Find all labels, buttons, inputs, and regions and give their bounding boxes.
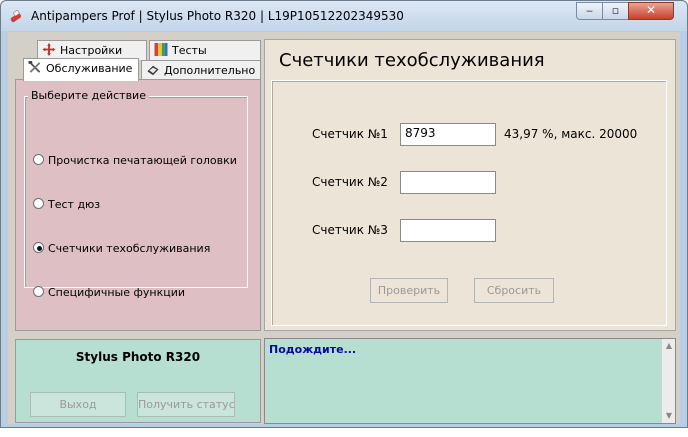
counter-2-field[interactable] bbox=[400, 171, 496, 194]
tab-maintenance[interactable]: Обслуживание bbox=[23, 58, 139, 81]
radio-button-selected-icon bbox=[33, 242, 44, 253]
radio-button-icon bbox=[33, 286, 44, 297]
counter-3-field[interactable] bbox=[400, 219, 496, 242]
minimize-button[interactable]: ‒ bbox=[576, 2, 602, 20]
counter-1-label: Счетчик №1 bbox=[312, 127, 388, 141]
radio-button-icon bbox=[33, 154, 44, 165]
close-button[interactable]: ✕ bbox=[628, 2, 674, 20]
counter-1-note: 43,97 %, макс. 20000 bbox=[504, 127, 638, 141]
printer-model: Stylus Photo R320 bbox=[75, 350, 201, 364]
tab-strip: Настройки Тесты Обслуживание Дополнитель… bbox=[15, 38, 261, 81]
tab-advanced-label: Дополнительно bbox=[164, 64, 256, 77]
radio-button-icon bbox=[33, 198, 44, 209]
close-icon: ✕ bbox=[645, 3, 657, 17]
app-window: Antipampers Prof | Stylus Photo R320 | L… bbox=[0, 0, 688, 428]
tab-advanced[interactable]: Дополнительно bbox=[141, 60, 261, 80]
scroll-down-icon[interactable]: ▼ bbox=[662, 409, 676, 423]
title-bar[interactable]: Antipampers Prof | Stylus Photo R320 | L… bbox=[1, 1, 687, 31]
maximize-icon: ▫ bbox=[611, 4, 620, 17]
tab-tests[interactable]: Тесты bbox=[149, 40, 261, 60]
status-panel: Stylus Photo R320 Выход Получить статус bbox=[15, 339, 261, 423]
tab-maintenance-label: Обслуживание bbox=[46, 62, 133, 75]
tab-tests-label: Тесты bbox=[172, 44, 207, 57]
log-message: Подождите... bbox=[269, 343, 357, 356]
check-button[interactable]: Проверить bbox=[370, 278, 448, 303]
log-scrollbar[interactable]: ▲ ▼ bbox=[661, 339, 675, 423]
radio-label: Счетчики техобслуживания bbox=[48, 242, 211, 255]
radio-label: Прочистка печатающей головки bbox=[48, 154, 237, 167]
radio-head-cleaning[interactable]: Прочистка печатающей головки bbox=[33, 154, 237, 168]
minimize-icon: ‒ bbox=[586, 4, 593, 17]
counter-2-label: Счетчик №2 bbox=[312, 175, 388, 189]
scroll-up-icon[interactable]: ▲ bbox=[662, 339, 676, 353]
counters-panel: Счетчики техобслуживания Счетчик №1 8793… bbox=[264, 39, 676, 331]
reset-button[interactable]: Сбросить bbox=[474, 278, 554, 303]
counter-3-label: Счетчик №3 bbox=[312, 223, 388, 237]
page-title: Счетчики техобслуживания bbox=[279, 50, 545, 71]
client-area: Настройки Тесты Обслуживание Дополнитель… bbox=[8, 32, 680, 424]
radio-specific-functions[interactable]: Специфичные функции bbox=[33, 286, 185, 300]
color-test-icon bbox=[154, 43, 168, 56]
get-status-button[interactable]: Получить статус bbox=[137, 392, 235, 417]
radio-label: Специфичные функции bbox=[48, 286, 186, 299]
exit-button[interactable]: Выход bbox=[30, 392, 126, 417]
counters-box: Счетчик №1 8793 43,97 %, макс. 20000 Сче… bbox=[271, 80, 667, 326]
window-title: Antipampers Prof | Stylus Photo R320 | L… bbox=[31, 9, 404, 23]
counter-1-field[interactable]: 8793 bbox=[400, 123, 496, 146]
tools-icon bbox=[28, 61, 41, 73]
radio-nozzle-test[interactable]: Тест дюз bbox=[33, 198, 100, 212]
action-panel: Выберите действие Прочистка печатающей г… bbox=[15, 79, 261, 331]
eraser-icon bbox=[147, 65, 159, 76]
maximize-button[interactable]: ▫ bbox=[602, 2, 628, 20]
tab-settings[interactable]: Настройки bbox=[37, 40, 147, 60]
log-panel[interactable]: Подождите... ▲ ▼ bbox=[264, 338, 676, 424]
action-groupbox bbox=[24, 96, 248, 288]
app-icon bbox=[10, 10, 22, 23]
action-group-label: Выберите действие bbox=[28, 89, 149, 102]
radio-label: Тест дюз bbox=[48, 198, 101, 211]
settings-cross-icon bbox=[42, 43, 56, 56]
radio-maintenance-counters[interactable]: Счетчики техобслуживания bbox=[33, 242, 210, 256]
tab-settings-label: Настройки bbox=[60, 44, 123, 57]
